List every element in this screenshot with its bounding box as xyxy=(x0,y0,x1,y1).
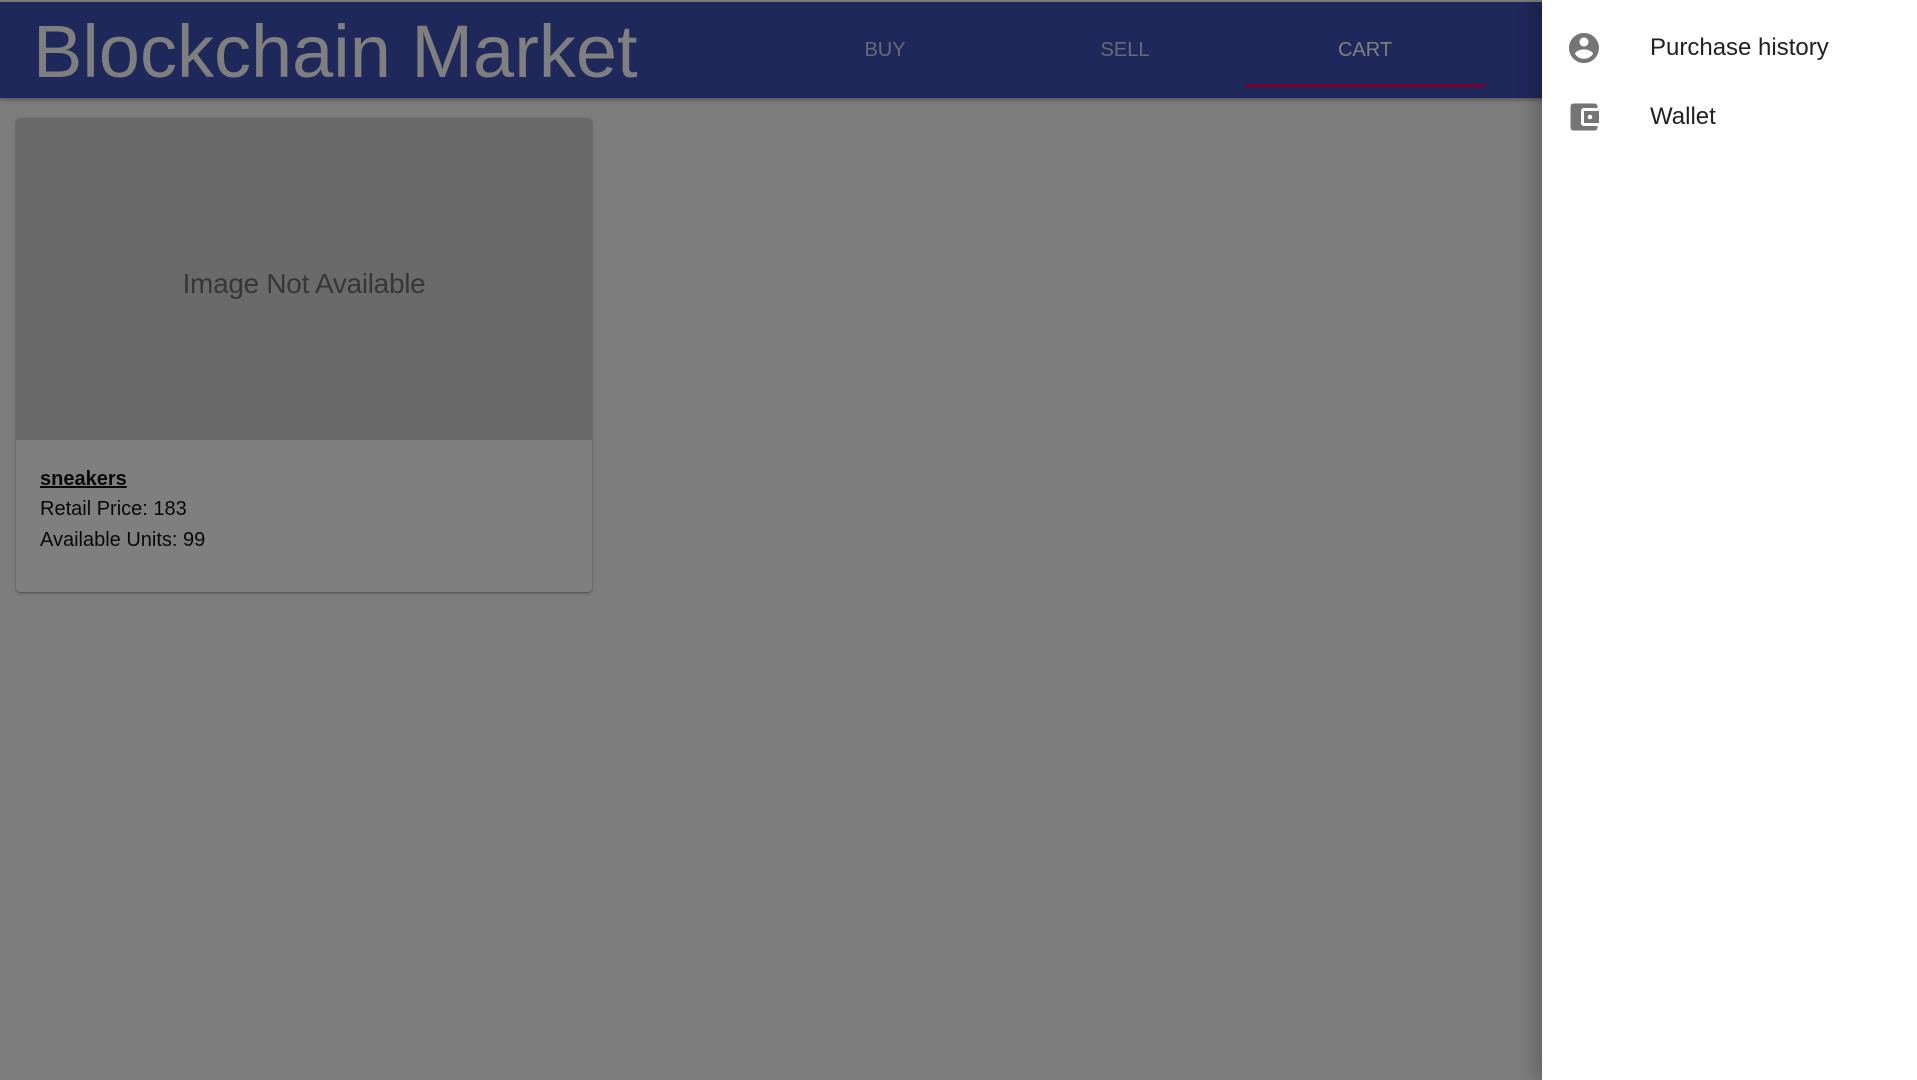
drawer-item-purchase-history[interactable]: Purchase history xyxy=(1542,14,1917,82)
drawer-item-wallet[interactable]: Wallet xyxy=(1542,83,1917,151)
side-drawer: Purchase history Wallet xyxy=(1542,0,1917,1080)
account-circle-icon xyxy=(1566,30,1602,66)
drawer-item-label: Purchase history xyxy=(1650,34,1829,61)
drawer-item-label: Wallet xyxy=(1650,103,1716,130)
wallet-icon xyxy=(1566,99,1602,135)
